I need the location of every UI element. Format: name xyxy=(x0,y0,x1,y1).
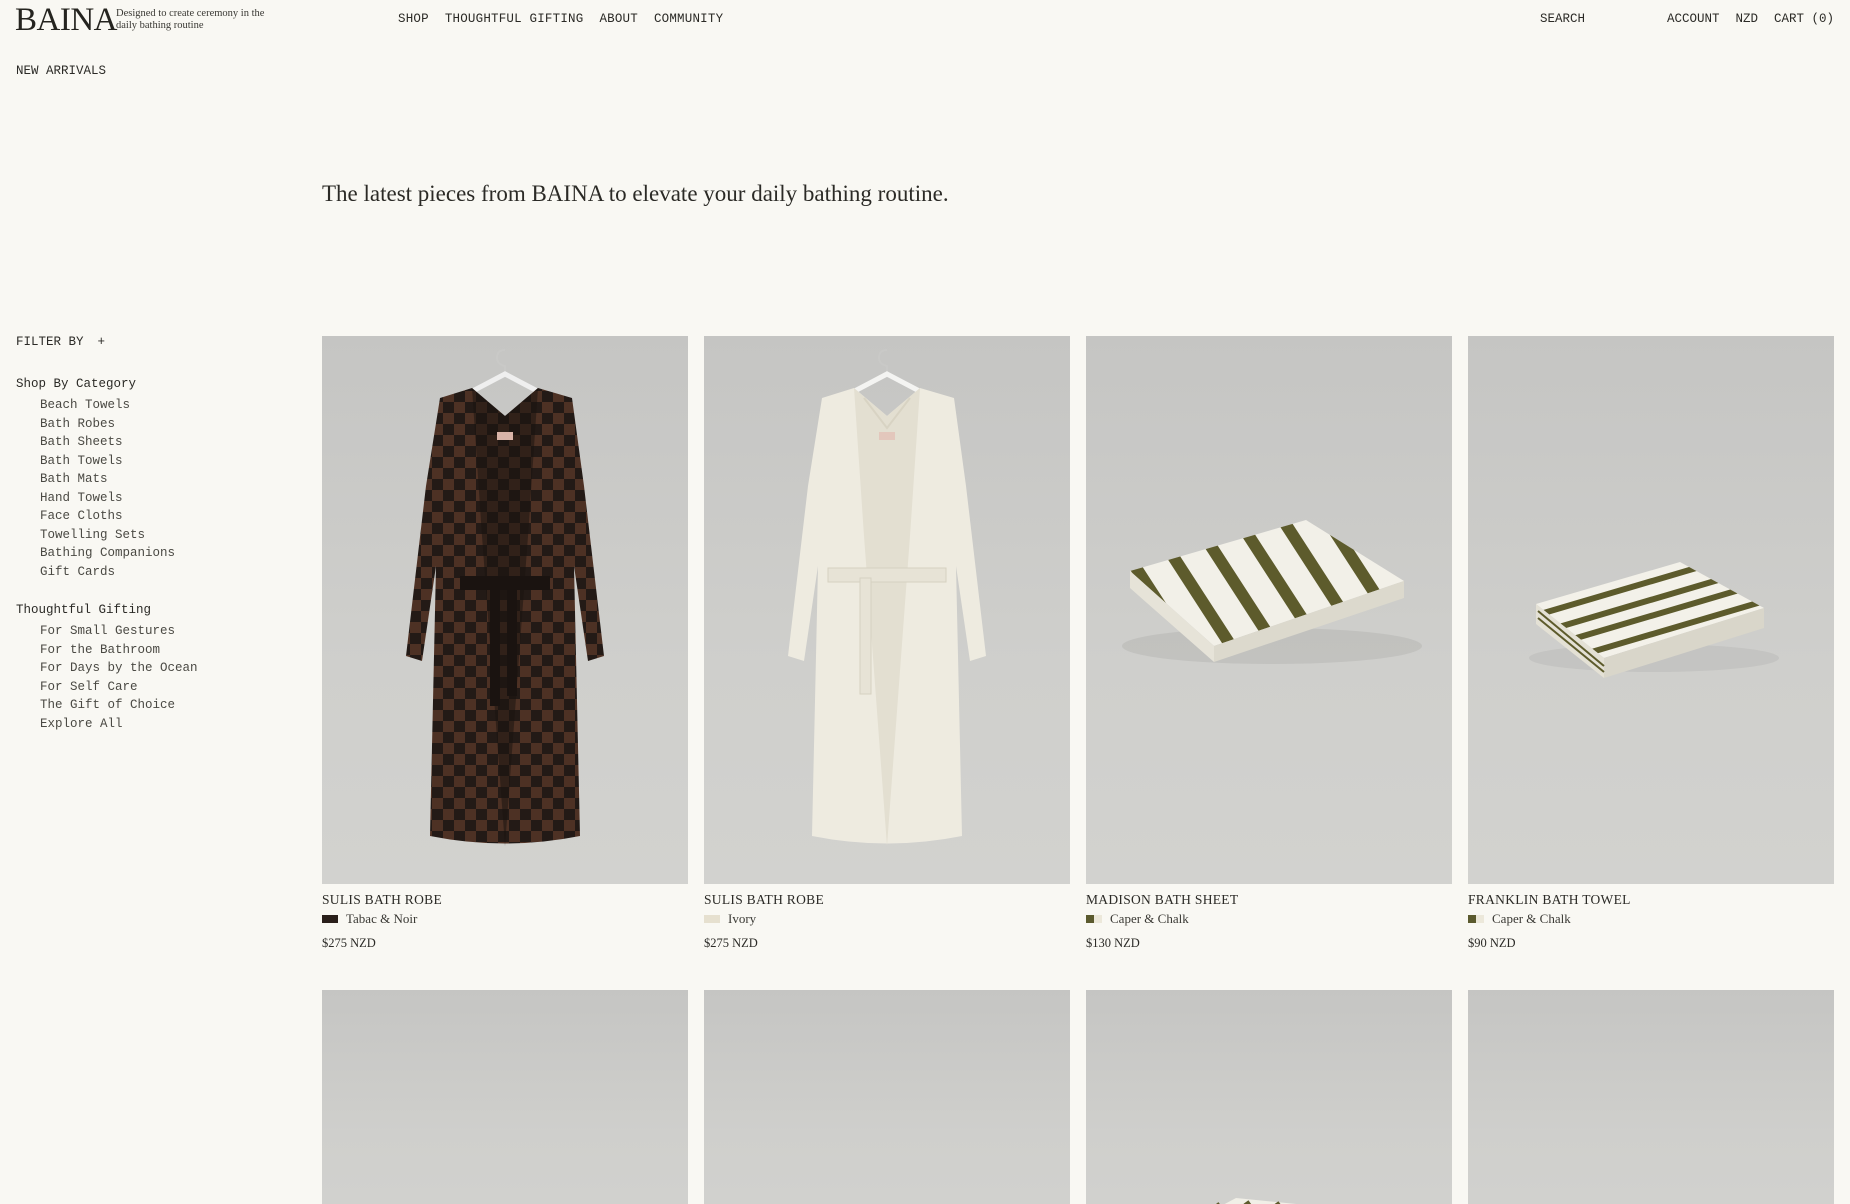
gifting-explore-all[interactable]: Explore All xyxy=(40,715,276,734)
filter-group-title[interactable]: Thoughtful Gifting xyxy=(16,603,276,617)
product-card[interactable] xyxy=(322,990,688,1204)
folded-towel-illustration xyxy=(322,990,688,1204)
account-link[interactable]: ACCOUNT xyxy=(1667,12,1720,26)
product-card[interactable]: MADISON BATH SHEET Caper & Chalk $130 NZ… xyxy=(1086,336,1452,968)
product-name[interactable]: FRANKLIN BATH TOWEL xyxy=(1468,892,1834,908)
filter-group-title[interactable]: Shop By Category xyxy=(16,377,276,391)
gifting-small-gestures[interactable]: For Small Gestures xyxy=(40,622,276,641)
product-price: $275 NZD xyxy=(322,936,376,950)
category-beach-towels[interactable]: Beach Towels xyxy=(40,396,276,415)
ivory-robe-illustration xyxy=(788,349,986,846)
color-name: Caper & Chalk xyxy=(1110,911,1189,926)
brand-logo[interactable]: BAINA xyxy=(15,2,118,39)
product-image[interactable] xyxy=(1086,990,1452,1204)
striped-towel-illustration xyxy=(1216,1198,1296,1204)
product-image-checkered-robe[interactable] xyxy=(322,336,688,884)
category-bathing-companions[interactable]: Bathing Companions xyxy=(40,544,276,563)
category-bath-robes[interactable]: Bath Robes xyxy=(40,415,276,434)
product-color: Caper & Chalk xyxy=(1086,911,1452,927)
product-price: $275 NZD xyxy=(704,936,758,950)
product-price: $90 NZD xyxy=(1468,936,1516,950)
category-bath-towels[interactable]: Bath Towels xyxy=(40,452,276,471)
category-list: Beach Towels Bath Robes Bath Sheets Bath… xyxy=(16,396,276,581)
category-bath-sheets[interactable]: Bath Sheets xyxy=(40,433,276,452)
gifting-ocean[interactable]: For Days by the Ocean xyxy=(40,659,276,678)
product-info: MADISON BATH SHEET Caper & Chalk $130 NZ… xyxy=(1086,884,1452,968)
gifting-list: For Small Gestures For the Bathroom For … xyxy=(16,622,276,733)
product-info: FRANKLIN BATH TOWEL Caper & Chalk $90 NZ… xyxy=(1468,884,1834,968)
striped-sheet-illustration xyxy=(1122,520,1422,664)
product-image[interactable] xyxy=(322,990,688,1204)
color-swatch[interactable] xyxy=(1468,915,1484,923)
striped-towel-illustration xyxy=(1529,562,1779,678)
product-name[interactable]: SULIS BATH ROBE xyxy=(704,892,1070,908)
filter-group-gifting: Thoughtful Gifting For Small Gestures Fo… xyxy=(16,603,276,733)
category-gift-cards[interactable]: Gift Cards xyxy=(40,563,276,582)
product-color: Ivory xyxy=(704,911,1070,927)
page-title: NEW ARRIVALS xyxy=(16,64,107,78)
color-name: Tabac & Noir xyxy=(346,911,418,926)
category-towelling-sets[interactable]: Towelling Sets xyxy=(40,526,276,545)
nav-about[interactable]: ABOUT xyxy=(599,12,638,26)
gifting-gift-of-choice[interactable]: The Gift of Choice xyxy=(40,696,276,715)
product-card[interactable]: SULIS BATH ROBE Tabac & Noir $275 NZD xyxy=(322,336,688,968)
color-swatch[interactable] xyxy=(704,915,720,923)
plus-icon: + xyxy=(97,335,106,349)
site-header: BAINA Designed to create ceremony in the… xyxy=(0,0,1850,40)
product-name[interactable]: SULIS BATH ROBE xyxy=(322,892,688,908)
color-swatch[interactable] xyxy=(1086,915,1102,923)
cart-link[interactable]: CART (0) xyxy=(1774,12,1834,26)
color-name: Ivory xyxy=(728,911,757,926)
product-color: Tabac & Noir xyxy=(322,911,688,927)
search-link[interactable]: SEARCH xyxy=(1540,12,1585,26)
filter-label: FILTER BY xyxy=(16,335,84,349)
product-card[interactable] xyxy=(1086,990,1452,1204)
category-face-cloths[interactable]: Face Cloths xyxy=(40,507,276,526)
filter-group-category: Shop By Category Beach Towels Bath Robes… xyxy=(16,377,276,581)
product-price: $130 NZD xyxy=(1086,936,1140,950)
gifting-self-care[interactable]: For Self Care xyxy=(40,678,276,697)
product-card[interactable]: SULIS BATH ROBE Ivory $275 NZD xyxy=(704,336,1070,968)
folded-towel-illustration xyxy=(1468,990,1834,1204)
product-image-striped-sheet[interactable] xyxy=(1086,336,1452,884)
gifting-bathroom[interactable]: For the Bathroom xyxy=(40,641,276,660)
product-info: SULIS BATH ROBE Ivory $275 NZD xyxy=(704,884,1070,968)
category-hand-towels[interactable]: Hand Towels xyxy=(40,489,276,508)
currency-selector[interactable]: NZD xyxy=(1735,12,1758,26)
brand-tagline: Designed to create ceremony in the daily… xyxy=(116,8,265,31)
product-card[interactable] xyxy=(704,990,1070,1204)
nav-community[interactable]: COMMUNITY xyxy=(654,12,723,26)
color-swatch[interactable] xyxy=(322,915,338,923)
nav-shop[interactable]: SHOP xyxy=(398,12,429,26)
product-image[interactable] xyxy=(704,990,1070,1204)
filter-toggle[interactable]: FILTER BY + xyxy=(16,335,276,349)
nav-thoughtful-gifting[interactable]: THOUGHTFUL GIFTING xyxy=(445,12,584,26)
utility-nav: ACCOUNT NZD CART (0) xyxy=(1667,12,1834,26)
product-image-ivory-robe[interactable] xyxy=(704,336,1070,884)
folded-towel-illustration xyxy=(704,990,1070,1204)
color-name: Caper & Chalk xyxy=(1492,911,1571,926)
category-bath-mats[interactable]: Bath Mats xyxy=(40,470,276,489)
product-grid: SULIS BATH ROBE Tabac & Noir $275 NZD SU… xyxy=(322,336,1835,1204)
product-info: SULIS BATH ROBE Tabac & Noir $275 NZD xyxy=(322,884,688,968)
product-image-striped-towel[interactable] xyxy=(1468,336,1834,884)
filter-sidebar: FILTER BY + Shop By Category Beach Towel… xyxy=(16,335,276,733)
product-card[interactable]: FRANKLIN BATH TOWEL Caper & Chalk $90 NZ… xyxy=(1468,336,1834,968)
checkered-robe-illustration xyxy=(406,349,604,846)
product-card[interactable] xyxy=(1468,990,1834,1204)
main-nav: SHOP THOUGHTFUL GIFTING ABOUT COMMUNITY xyxy=(398,12,723,26)
collection-intro: The latest pieces from BAINA to elevate … xyxy=(322,181,949,206)
product-name[interactable]: MADISON BATH SHEET xyxy=(1086,892,1452,908)
product-color: Caper & Chalk xyxy=(1468,911,1834,927)
product-image[interactable] xyxy=(1468,990,1834,1204)
